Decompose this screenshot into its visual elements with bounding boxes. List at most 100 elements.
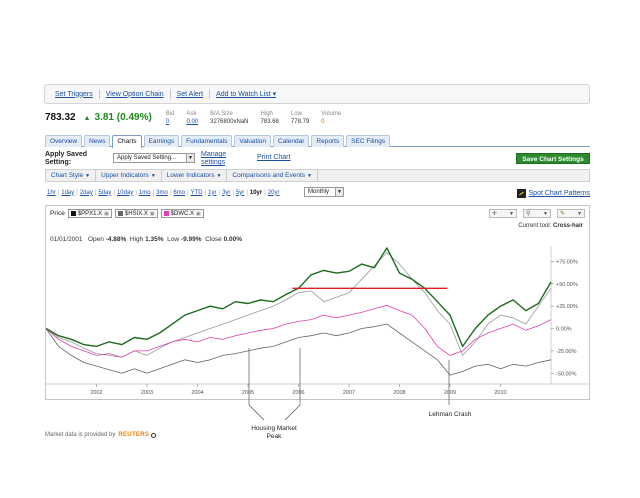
- y-tick-label: +50.00%: [556, 282, 578, 288]
- manage-settings-line2: settings: [201, 159, 226, 166]
- interval-select[interactable]: Monthly ▼: [304, 187, 344, 197]
- range-3mo[interactable]: 3mo: [154, 190, 170, 196]
- remove-icon[interactable]: ▣: [150, 210, 155, 218]
- apply-saved-setting-value: Apply Saved Setting...: [117, 155, 177, 161]
- manage-settings-link[interactable]: Manage settings: [201, 151, 226, 167]
- zoom-tool-button[interactable]: ⚲ ▼: [523, 209, 551, 218]
- ba-size-label: B/A Size: [210, 111, 233, 117]
- x-tick-label: 2009: [444, 390, 456, 396]
- upper-indicators-menu[interactable]: Upper Indicators ▼: [96, 169, 162, 182]
- range-1hr[interactable]: 1hr: [45, 190, 58, 196]
- tab-news[interactable]: News: [84, 135, 111, 147]
- range-2day[interactable]: 2day: [78, 190, 95, 196]
- symbol-name: $HSIX.X: [124, 210, 148, 217]
- save-chart-settings-button[interactable]: Save Chart Settings: [516, 153, 590, 164]
- high-label: High: [260, 111, 273, 117]
- chart-tools: ✛ ▼ ⚲ ▼ ✎ ▼: [483, 209, 585, 218]
- tab-valuation[interactable]: Valuation: [234, 135, 271, 147]
- x-tick-label: 2007: [343, 390, 355, 396]
- chart-style-menu[interactable]: Chart Style ▼: [46, 169, 97, 182]
- lehman-crash-annotation: Lehman Crash: [428, 411, 472, 418]
- tab-charts[interactable]: Charts: [112, 135, 142, 148]
- spot-chart-patterns[interactable]: Spot Chart Patterns: [516, 189, 590, 198]
- housing-market-peak-annotation: Housing Market Peak: [251, 425, 297, 440]
- open-label: Open: [87, 236, 104, 243]
- swatch: [163, 211, 169, 216]
- y-tick-label: +75.00%: [556, 259, 578, 265]
- close-label: Close: [205, 236, 222, 243]
- x-tick-label: 2002: [90, 390, 102, 396]
- symbol-chip[interactable]: $PPX1.X ▣: [67, 209, 112, 218]
- x-tick-label: 2008: [393, 390, 405, 396]
- apply-saved-setting-select[interactable]: Apply Saved Setting... ▼: [113, 153, 195, 163]
- view-option-chain-link[interactable]: View Option Chain: [100, 91, 170, 98]
- chart-style-label: Chart Style: [51, 171, 84, 179]
- bid-value[interactable]: 0: [166, 118, 175, 126]
- tab-calendar[interactable]: Calendar: [273, 135, 310, 147]
- interval-value: Monthly: [308, 189, 330, 195]
- y-tick-label: -25.00%: [556, 349, 577, 355]
- lower-indicators-menu[interactable]: Lower Indicators ▼: [162, 169, 228, 182]
- range-1day[interactable]: 1day: [59, 190, 76, 196]
- range-20yr[interactable]: 20yr: [266, 190, 282, 196]
- high-stat: High 783.68: [261, 110, 279, 126]
- symbol-chip[interactable]: $HSIX.X ▣: [114, 209, 158, 218]
- top-action-bar: Set Triggers View Option Chain Set Alert…: [44, 84, 590, 104]
- chart-toolbar: Chart Style ▼ Upper Indicators ▼ Lower Ind…: [45, 169, 590, 182]
- current-tool: Current tool: Cross-hair: [518, 223, 583, 229]
- range-6mo[interactable]: 6mo: [171, 190, 187, 196]
- caret-down-icon: ▼: [216, 172, 222, 179]
- remove-icon[interactable]: ▣: [104, 210, 109, 218]
- draw-tool-button[interactable]: ✎ ▼: [557, 209, 585, 218]
- apply-saved-label-line1: Apply Saved: [45, 151, 88, 158]
- range-1mo[interactable]: 1mo: [137, 190, 153, 196]
- range-5yr[interactable]: 5yr: [234, 190, 246, 196]
- close-value: 0.00%: [223, 236, 243, 243]
- range-ytd[interactable]: YTD: [189, 190, 205, 196]
- series-line: [46, 304, 552, 358]
- crosshair-tool-button[interactable]: ✛ ▼: [489, 209, 517, 218]
- symbol-chip[interactable]: $DWC.X ▣: [160, 209, 204, 218]
- housing-bracket-diag-right: [284, 404, 301, 421]
- high-value: 783.68: [260, 119, 279, 125]
- range-1yr[interactable]: 1yr: [206, 190, 218, 196]
- range-10day[interactable]: 10day: [115, 190, 135, 196]
- x-tick-label: 2003: [141, 390, 153, 396]
- range-3yr[interactable]: 3yr: [220, 190, 232, 196]
- caret-down-icon: ▼: [85, 172, 91, 179]
- up-arrow-icon: ▲: [83, 115, 91, 122]
- x-tick-label: 2006: [292, 390, 304, 396]
- upper-indicators-label: Upper Indicators: [101, 171, 149, 179]
- ohlc-readout: 01/01/2001 Open -4.88% High 1.35% Low -9…: [50, 236, 242, 243]
- swatch: [70, 211, 76, 216]
- caret-down-icon: ▼: [150, 172, 156, 179]
- tab-fundamentals[interactable]: Fundamentals: [181, 135, 233, 147]
- print-chart-link[interactable]: Print Chart: [257, 154, 290, 161]
- current-tool-value: Cross-hair: [552, 223, 583, 229]
- add-to-watch-list-link[interactable]: Add to Watch List ▾: [210, 90, 282, 98]
- symbol-legend: Price $PPX1.X ▣ $HSIX.X ▣ $DWC.X ▣: [50, 209, 204, 218]
- tab-overview[interactable]: Overview: [45, 135, 83, 147]
- pencil-icon: ✎: [560, 211, 566, 217]
- chart-pattern-icon: [516, 189, 526, 198]
- range-10yr[interactable]: 10yr: [248, 190, 264, 196]
- saved-settings-row: Apply Saved Setting: Apply Saved Setting…: [45, 151, 590, 167]
- volume-label: Volume: [321, 111, 342, 117]
- bid-stat: Bid 0: [166, 110, 175, 126]
- tab-sec-filings[interactable]: SEC Filings: [346, 135, 391, 147]
- price-chart[interactable]: +75.00% +50.00% +25.00% 0.00% -25.00% -50.00%…: [46, 246, 589, 399]
- comparisons-events-menu[interactable]: Comparisons and Events ▼: [227, 169, 318, 182]
- chevron-down-icon: ▼: [186, 154, 194, 162]
- spot-chart-patterns-link[interactable]: Spot Chart Patterns: [529, 190, 590, 197]
- set-alert-link[interactable]: Set Alert: [171, 91, 209, 98]
- ask-value[interactable]: 0.00: [186, 118, 198, 126]
- tab-earnings[interactable]: Earnings: [143, 135, 180, 147]
- set-triggers-link[interactable]: Set Triggers: [49, 91, 99, 98]
- x-tick-label: 2005: [242, 390, 254, 396]
- tab-reports[interactable]: Reports: [311, 135, 345, 147]
- volume-value: 0: [321, 119, 325, 125]
- remove-icon[interactable]: ▣: [196, 210, 201, 218]
- series-line: [46, 252, 552, 358]
- tab-bar: Overview News Charts Earnings Fundamenta…: [45, 135, 590, 148]
- range-5day[interactable]: 5day: [96, 190, 113, 196]
